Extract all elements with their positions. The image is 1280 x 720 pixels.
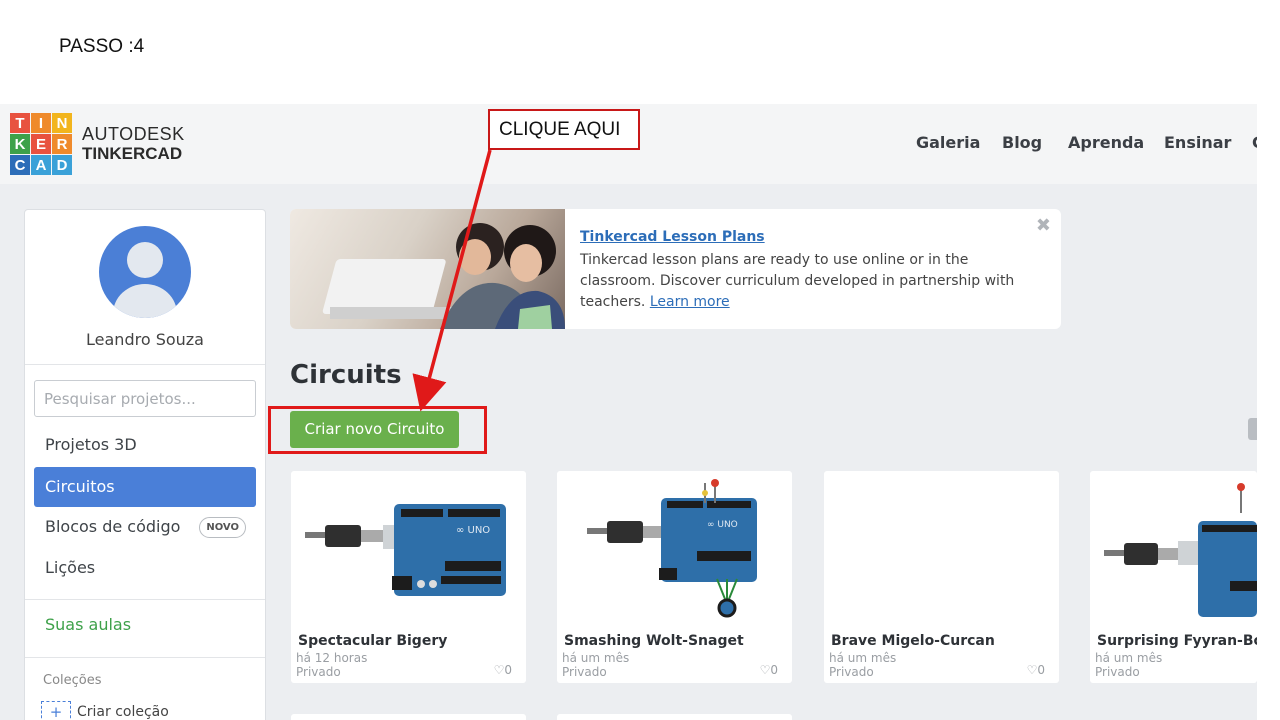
username[interactable]: Leandro Souza bbox=[25, 330, 265, 349]
brand-line-autodesk: AUTODESK bbox=[82, 124, 185, 144]
likes-count[interactable]: ♡0 bbox=[760, 663, 778, 677]
logo-letter: E bbox=[31, 134, 51, 154]
logo-letter: K bbox=[10, 134, 30, 154]
brand-wordmark[interactable]: AUTODESK TINKERCAD bbox=[82, 124, 185, 164]
project-time: há um mês bbox=[1095, 651, 1163, 665]
nav-galeria[interactable]: Galeria bbox=[916, 133, 980, 152]
sidebar-item-blocos-de-codigo[interactable]: Blocos de código NOVO bbox=[34, 507, 256, 547]
annotation-label: CLIQUE AQUI bbox=[488, 109, 640, 150]
sidebar-item-projetos-3d[interactable]: Projetos 3D bbox=[34, 425, 256, 465]
project-card[interactable] bbox=[291, 714, 526, 720]
project-time: há um mês bbox=[829, 651, 897, 665]
sidebar-item-licoes[interactable]: Lições bbox=[34, 548, 256, 588]
likes-value: 0 bbox=[770, 663, 778, 677]
highlight-box bbox=[268, 406, 487, 454]
project-card[interactable]: Brave Migelo-Curcan há um mês Privado ♡0 bbox=[824, 471, 1059, 683]
project-title[interactable]: Spectacular Bigery bbox=[298, 633, 447, 649]
sidebar-item-circuitos[interactable]: Circuitos bbox=[34, 467, 256, 507]
project-title[interactable]: Surprising Fyyran-Bojo bbox=[1097, 633, 1257, 649]
new-badge: NOVO bbox=[199, 517, 246, 538]
likes-value: 0 bbox=[1037, 663, 1045, 677]
lesson-plans-banner: Tinkercad Lesson Plans Tinkercad lesson … bbox=[290, 209, 1061, 329]
logo-letter: D bbox=[52, 155, 72, 175]
page-title: Circuits bbox=[290, 360, 402, 390]
banner-photo bbox=[290, 209, 565, 329]
likes-count[interactable]: ♡0 bbox=[494, 663, 512, 677]
brand-line-tinkercad: TINKERCAD bbox=[82, 144, 183, 163]
heart-icon: ♡ bbox=[759, 663, 771, 677]
divider bbox=[25, 364, 265, 365]
nav-truncated-item[interactable]: C bbox=[1252, 133, 1257, 152]
likes-value: 0 bbox=[504, 663, 512, 677]
project-privacy: Privado bbox=[296, 665, 341, 679]
collections-heading: Coleções bbox=[43, 673, 102, 688]
banner-text: Tinkercad lesson plans are ready to use … bbox=[580, 250, 1030, 313]
divider bbox=[25, 599, 265, 600]
project-time: há 12 horas bbox=[296, 651, 368, 665]
your-classes-link[interactable]: Suas aulas bbox=[45, 615, 131, 634]
search-input[interactable] bbox=[34, 380, 256, 417]
sidebar: Leandro Souza Projetos 3D Circuitos Bloc… bbox=[24, 209, 266, 720]
view-toggle-control[interactable] bbox=[1248, 418, 1257, 440]
likes-count[interactable]: ♡0 bbox=[1027, 663, 1045, 677]
nav-ensinar[interactable]: Ensinar bbox=[1164, 133, 1231, 152]
project-card[interactable] bbox=[557, 714, 792, 720]
tutorial-slide: PASSO :4 T I N K E R C A D AUTODESK TINK… bbox=[0, 0, 1280, 720]
create-collection-button[interactable]: + Criar coleção bbox=[41, 701, 169, 720]
project-privacy: Privado bbox=[829, 665, 874, 679]
avatar-body bbox=[113, 284, 177, 318]
logo-letter: N bbox=[52, 113, 72, 133]
learn-more-link[interactable]: Learn more bbox=[650, 294, 730, 310]
banner-description: Tinkercad lesson plans are ready to use … bbox=[580, 252, 1015, 310]
tinkercad-screenshot: T I N K E R C A D AUTODESK TINKERCAD Gal… bbox=[0, 104, 1257, 720]
logo-letter: T bbox=[10, 113, 30, 133]
avatar-head bbox=[127, 242, 163, 278]
create-collection-label: Criar coleção bbox=[77, 704, 169, 720]
project-thumbnail: ∞ UNO bbox=[291, 471, 526, 626]
project-thumbnail bbox=[1090, 471, 1257, 626]
svg-text:∞ UNO: ∞ UNO bbox=[456, 525, 490, 536]
avatar[interactable] bbox=[99, 226, 191, 318]
project-card[interactable]: ∞ UNO Smashing Wolt-Snaget há um mês Pri… bbox=[557, 471, 792, 683]
project-title[interactable]: Smashing Wolt-Snaget bbox=[564, 633, 744, 649]
sidebar-item-label: Blocos de código bbox=[45, 517, 181, 536]
project-privacy: Privado bbox=[1095, 665, 1140, 679]
heart-icon: ♡ bbox=[493, 663, 505, 677]
nav-blog[interactable]: Blog bbox=[1002, 133, 1042, 152]
nav-aprenda[interactable]: Aprenda bbox=[1068, 133, 1144, 152]
heart-icon: ♡ bbox=[1026, 663, 1038, 677]
banner-title-link[interactable]: Tinkercad Lesson Plans bbox=[580, 229, 765, 245]
logo-letter: C bbox=[10, 155, 30, 175]
project-privacy: Privado bbox=[562, 665, 607, 679]
project-thumbnail: ∞ UNO bbox=[557, 471, 792, 626]
project-time: há um mês bbox=[562, 651, 630, 665]
svg-text:∞ UNO: ∞ UNO bbox=[707, 520, 738, 530]
logo-letter: A bbox=[31, 155, 51, 175]
close-icon[interactable]: ✖ bbox=[1036, 215, 1051, 236]
plus-icon: + bbox=[41, 701, 71, 720]
logo-letter: I bbox=[31, 113, 51, 133]
project-title[interactable]: Brave Migelo-Curcan bbox=[831, 633, 995, 649]
project-card[interactable]: Surprising Fyyran-Bojo há um mês Privado bbox=[1090, 471, 1257, 683]
divider bbox=[25, 657, 265, 658]
tinkercad-logo[interactable]: T I N K E R C A D bbox=[10, 113, 72, 175]
step-title: PASSO :4 bbox=[59, 36, 145, 57]
logo-letter: R bbox=[52, 134, 72, 154]
project-card[interactable]: ∞ UNO Spectacular Bigery há 12 horas Pri… bbox=[291, 471, 526, 683]
project-thumbnail bbox=[824, 471, 1059, 626]
